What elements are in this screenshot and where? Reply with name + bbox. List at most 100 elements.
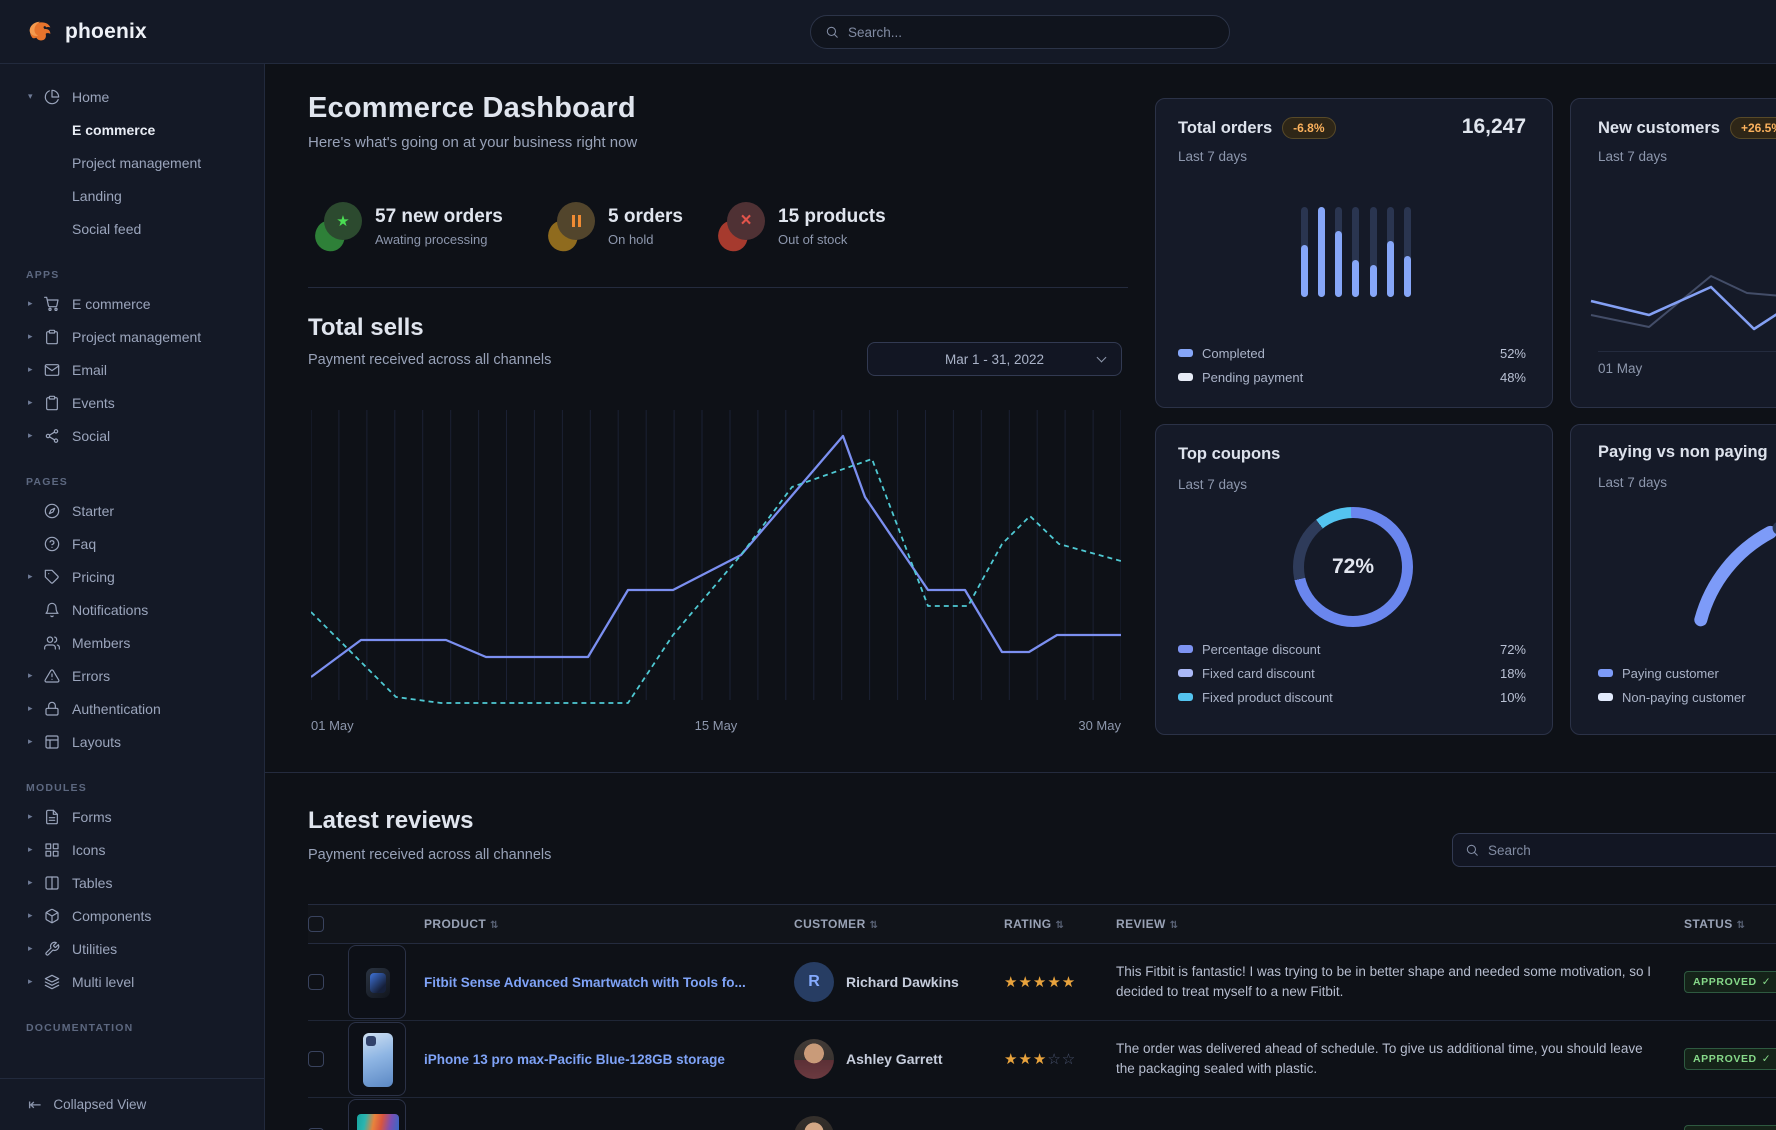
sidebar-item-components[interactable]: ▸Components bbox=[0, 899, 264, 932]
legend-value: 10% bbox=[1500, 690, 1526, 705]
legend-swatch bbox=[1178, 669, 1193, 677]
status-badge: APPROVED✓ bbox=[1684, 1125, 1776, 1130]
select-all-checkbox[interactable] bbox=[308, 916, 324, 932]
sidebar-section-documentation: DOCUMENTATION bbox=[26, 1022, 264, 1034]
table-row: ☆☆☆☆☆It's a Mac, after all. Once you've … bbox=[308, 1098, 1776, 1130]
layout-icon bbox=[44, 734, 60, 750]
customer-cell bbox=[794, 1116, 1004, 1130]
tag-icon bbox=[44, 569, 60, 585]
legend-item: Fixed product discount 10% bbox=[1178, 685, 1526, 709]
sidebar-item-label: Project management bbox=[72, 329, 201, 345]
file-text-icon bbox=[44, 809, 60, 825]
box-icon bbox=[44, 908, 60, 924]
sidebar-item-email[interactable]: ▸ Email bbox=[0, 353, 264, 386]
legend-swatch bbox=[1178, 349, 1193, 357]
stat-text: 57 new orders Awating processing bbox=[375, 206, 503, 247]
sidebar-item-label: Social bbox=[72, 428, 110, 444]
sidebar-item-label: Email bbox=[72, 362, 107, 378]
sidebar-item-members[interactable]: Members bbox=[0, 626, 264, 659]
sidebar-item-tables[interactable]: ▸Tables bbox=[0, 866, 264, 899]
sidebar-item-landing[interactable]: Landing bbox=[0, 179, 264, 212]
product-link[interactable]: Fitbit Sense Advanced Smartwatch with To… bbox=[424, 975, 794, 990]
table-header-row: PRODUCT⇅CUSTOMER⇅RATING⇅REVIEW⇅STATUS⇅ bbox=[308, 904, 1776, 944]
compass-icon bbox=[44, 503, 60, 519]
pause-status-icon bbox=[548, 202, 595, 251]
legend-label: Fixed card discount bbox=[1202, 666, 1315, 681]
sidebar-item-notifications[interactable]: Notifications bbox=[0, 593, 264, 626]
check-icon: ✓ bbox=[1762, 1053, 1771, 1065]
sidebar-item-project-management[interactable]: Project management bbox=[0, 146, 264, 179]
sidebar-item-label: Project management bbox=[72, 155, 201, 171]
sidebar-item-project-management[interactable]: ▸Project management bbox=[0, 320, 264, 353]
sidebar-item-e-commerce[interactable]: ▸ E commerce bbox=[0, 287, 264, 320]
legend-label: Fixed product discount bbox=[1202, 690, 1333, 705]
caret-right-icon: ▸ bbox=[28, 844, 44, 855]
product-image-cell bbox=[336, 945, 424, 1019]
layers-icon bbox=[44, 974, 60, 990]
sidebar-item-pricing[interactable]: ▸Pricing bbox=[0, 560, 264, 593]
sidebar-item-events[interactable]: ▸Events bbox=[0, 386, 264, 419]
date-range-select[interactable]: Mar 1 - 31, 2022 bbox=[867, 342, 1122, 376]
sidebar-item-utilities[interactable]: ▸Utilities bbox=[0, 932, 264, 965]
status-cell: APPROVED✓ bbox=[1684, 1125, 1776, 1130]
review-text: The order was delivered ahead of schedul… bbox=[1116, 1039, 1684, 1078]
sidebar-item-e-commerce[interactable]: E commerce bbox=[0, 113, 264, 146]
caret-right-icon: ▸ bbox=[28, 364, 44, 375]
sidebar-item-icons[interactable]: ▸Icons bbox=[0, 833, 264, 866]
caret-down-icon: ▾ bbox=[28, 91, 44, 102]
users-icon bbox=[44, 635, 60, 651]
columns-icon bbox=[44, 875, 60, 891]
axis-line bbox=[1598, 351, 1776, 352]
reviews-search[interactable] bbox=[1452, 833, 1776, 867]
column-header-customer[interactable]: CUSTOMER⇅ bbox=[794, 917, 1004, 931]
sidebar-item-label: Tables bbox=[72, 875, 112, 891]
sidebar-section-pages: PAGES bbox=[26, 476, 264, 488]
card-title: Top coupons bbox=[1178, 445, 1280, 464]
check-icon: ✓ bbox=[1762, 976, 1771, 988]
collapse-sidebar-button[interactable]: ⇤ Collapsed View bbox=[0, 1078, 264, 1130]
legend-item: Fixed card discount18% bbox=[1178, 661, 1526, 685]
row-checkbox[interactable] bbox=[308, 974, 324, 990]
sidebar-item-authentication[interactable]: ▸Authentication bbox=[0, 692, 264, 725]
sidebar-item-starter[interactable]: Starter bbox=[0, 494, 264, 527]
global-search[interactable] bbox=[810, 15, 1230, 49]
legend-swatch bbox=[1598, 693, 1613, 701]
search-icon bbox=[1465, 843, 1479, 857]
brand-logo[interactable]: phoenix bbox=[26, 17, 147, 47]
sidebar-item-forms[interactable]: ▸Forms bbox=[0, 800, 264, 833]
sidebar-item-errors[interactable]: ▸Errors bbox=[0, 659, 264, 692]
sidebar-item-faq[interactable]: Faq bbox=[0, 527, 264, 560]
sidebar-item-multi-level[interactable]: ▸Multi level bbox=[0, 965, 264, 998]
legend-label: Paying customer bbox=[1622, 666, 1719, 681]
stat-caption: Awating processing bbox=[375, 232, 503, 247]
trend-badge: +26.5% bbox=[1730, 117, 1776, 139]
reviews-search-input[interactable] bbox=[1488, 843, 1769, 858]
page-title: Ecommerce Dashboard bbox=[308, 92, 636, 125]
review-text: This Fitbit is fantastic! I was trying t… bbox=[1116, 962, 1684, 1001]
donut-center-value: 72% bbox=[1332, 555, 1374, 579]
legend-label: Pending payment bbox=[1202, 370, 1303, 385]
sidebar-item-label: E commerce bbox=[72, 296, 151, 312]
product-link[interactable]: iPhone 13 pro max-Pacific Blue-128GB sto… bbox=[424, 1052, 794, 1067]
latest-reviews-title: Latest reviews bbox=[308, 807, 473, 835]
caret-right-icon: ▸ bbox=[28, 298, 44, 309]
trend-badge: -6.8% bbox=[1282, 117, 1335, 139]
stat-value: 57 new orders bbox=[375, 206, 503, 229]
legend-item: Completed52% bbox=[1178, 341, 1526, 365]
sidebar-item-home[interactable]: ▾Home bbox=[0, 80, 264, 113]
date-range-value: Mar 1 - 31, 2022 bbox=[945, 352, 1044, 367]
sidebar-item-social-feed[interactable]: Social feed bbox=[0, 212, 264, 245]
row-checkbox[interactable] bbox=[308, 1051, 324, 1067]
sort-icon: ⇅ bbox=[870, 920, 879, 931]
bar-track bbox=[1352, 207, 1359, 297]
bar-track bbox=[1318, 207, 1325, 297]
column-header-status[interactable]: STATUS⇅ bbox=[1684, 917, 1776, 931]
column-header-product[interactable]: PRODUCT⇅ bbox=[424, 917, 794, 931]
column-header-review[interactable]: REVIEW⇅ bbox=[1116, 917, 1684, 931]
column-header-rating[interactable]: RATING⇅ bbox=[1004, 917, 1116, 931]
sidebar-item-layouts[interactable]: ▸Layouts bbox=[0, 725, 264, 758]
x-axis-tick: 15 May bbox=[695, 718, 738, 733]
stat-caption: On hold bbox=[608, 232, 683, 247]
sidebar-item-social[interactable]: ▸Social bbox=[0, 419, 264, 452]
global-search-input[interactable] bbox=[848, 25, 1215, 40]
